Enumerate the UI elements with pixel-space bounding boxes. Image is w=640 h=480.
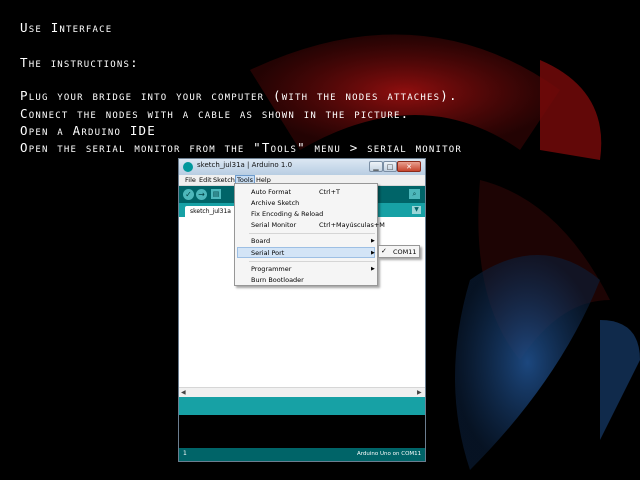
menu-separator [249,233,375,234]
shortcut-auto-format: Ctrl+T [319,188,340,196]
check-icon: ✓ [185,190,192,199]
menu-item-programmer[interactable]: Programmer [251,265,291,273]
upload-button[interactable]: → [196,189,207,200]
tab-menu-button[interactable]: ▼ [412,206,421,214]
maximize-icon: □ [386,163,394,171]
serial-port-submenu: ✓ COM11 [378,245,420,258]
console-output [179,415,425,448]
menu-sketch[interactable]: Sketch [212,175,236,185]
status-bar [179,397,425,415]
verify-button[interactable]: ✓ [183,189,194,200]
arrow-right-icon: → [198,190,205,199]
scroll-right-icon[interactable]: ▶ [417,388,422,397]
menu-item-archive-sketch[interactable]: Archive Sketch [251,199,299,207]
submenu-arrow-icon: ▶ [371,250,375,256]
tab-sketch[interactable]: sketch_jul31a [185,206,236,217]
line-number: 1 [183,450,187,457]
window-titlebar[interactable]: sketch_jul31a | Arduino 1.0 ▁ □ ✕ [179,159,425,175]
instruction-line: Plug your bridge into your computer (wit… [20,88,458,103]
menu-file[interactable]: File [184,175,197,185]
instruction-line: Open the serial monitor from the "Tools"… [20,140,462,155]
magnifier-icon: ⌕ [412,190,417,198]
scroll-left-icon[interactable]: ◀ [181,388,186,397]
arduino-app-icon [183,162,193,172]
menu-item-serial-monitor[interactable]: Serial Monitor [251,221,296,229]
close-icon: ✕ [406,163,412,171]
tools-dropdown: Auto Format Ctrl+T Archive Sketch Fix En… [234,183,385,286]
board-port-label: Arduino Uno on COM11 [357,451,422,457]
menu-edit[interactable]: Edit [198,175,213,185]
checkmark-icon: ✓ [381,247,387,255]
serial-monitor-button[interactable]: ⌕ [409,189,420,199]
menu-item-board[interactable]: Board [251,237,270,245]
menu-item-burn-bootloader[interactable]: Burn Bootloader [251,276,304,284]
menu-item-auto-format[interactable]: Auto Format [251,188,291,196]
new-button[interactable]: ▤ [211,189,221,199]
horizontal-scrollbar[interactable]: ◀ ▶ [179,387,425,397]
slide-subtitle: The instructions: [20,55,139,70]
minimize-icon: ▁ [373,163,379,171]
maximize-button[interactable]: □ [383,161,397,172]
footer-bar: 1 Arduino Uno on COM11 [179,448,425,461]
port-option[interactable]: COM11 [393,248,417,256]
shortcut-serial-monitor: Ctrl+Mayúsculas+M [319,221,385,229]
instruction-line: Connect the nodes with a cable as shown … [20,106,410,121]
chevron-down-icon: ▼ [414,206,419,213]
menu-item-serial-port[interactable]: Serial Port [251,249,284,257]
submenu-arrow-icon: ▶ [371,266,375,272]
menu-separator [249,261,375,262]
new-file-icon: ▤ [212,190,220,198]
menu-item-fix-encoding[interactable]: Fix Encoding & Reload [251,210,323,218]
minimize-button[interactable]: ▁ [369,161,383,172]
submenu-arrow-icon: ▶ [371,238,375,244]
instruction-line: Open a Arduino IDE [20,123,156,138]
close-button[interactable]: ✕ [397,161,421,172]
slide-title: Use Interface [20,20,113,35]
window-title: sketch_jul31a | Arduino 1.0 [197,161,293,169]
